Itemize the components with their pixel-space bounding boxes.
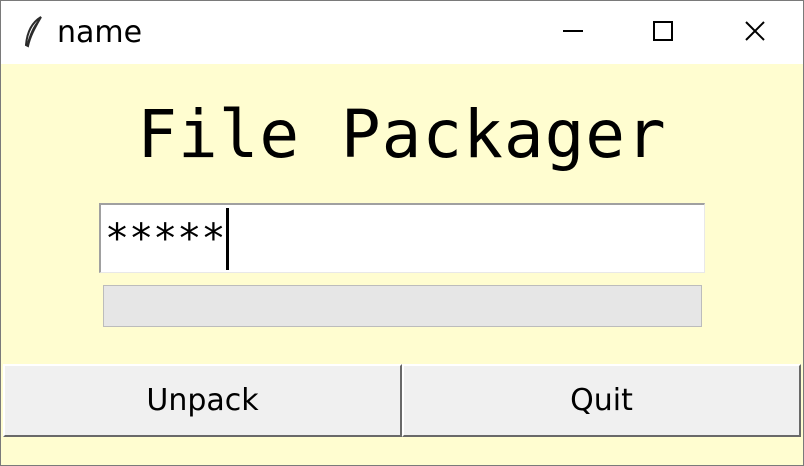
close-icon: [744, 20, 766, 46]
unpack-button[interactable]: Unpack: [3, 364, 402, 437]
minimize-icon: [562, 20, 584, 46]
maximize-icon: [652, 20, 674, 46]
progress-bar: [103, 285, 702, 327]
close-button[interactable]: [709, 1, 801, 64]
title-bar[interactable]: name: [1, 1, 803, 64]
quit-button[interactable]: Quit: [402, 364, 801, 437]
password-field-value: *****: [105, 215, 226, 262]
maximize-button[interactable]: [617, 1, 709, 64]
feather-icon: [23, 15, 45, 49]
client-area: File Packager ***** Unpack Quit: [1, 64, 803, 465]
minimize-button[interactable]: [527, 1, 619, 64]
text-caret: [226, 207, 230, 270]
window-title: name: [57, 15, 143, 50]
password-field[interactable]: *****: [99, 203, 705, 273]
app-window: name File Packager ***** Unpack Quit: [0, 0, 804, 466]
page-title: File Packager: [137, 96, 667, 173]
